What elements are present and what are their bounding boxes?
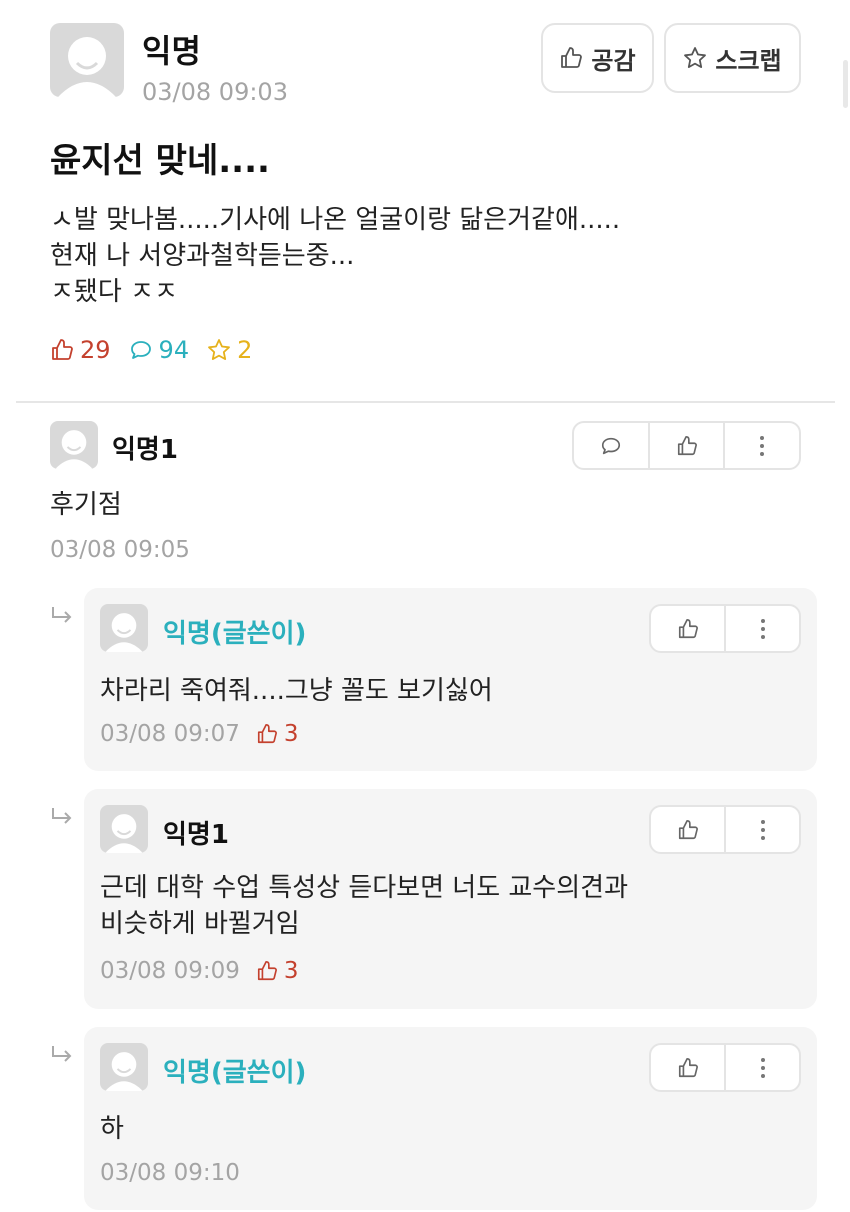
like-count: 29 [80,336,111,364]
reply-time: 03/08 09:10 [100,1160,240,1186]
more-button[interactable] [724,606,799,651]
avatar [50,421,98,469]
thumbs-up-icon [678,1057,698,1077]
post-body: ㅅ발 맞나봄.....기사에 나온 얼굴이랑 닮은거같애..... 현재 나 서… [50,202,620,310]
reply-actions [649,805,801,854]
reply-time: 03/08 09:09 [100,958,240,984]
reply-text: 차라리 죽여줘....그냥 꼴도 보기싫어 [100,676,493,706]
comment-author: 익명1 [112,435,178,465]
comment-actions [572,421,801,470]
comment-count: 94 [158,336,190,364]
reply-button[interactable] [574,423,648,468]
reply-author: 익명1 [163,820,229,850]
reply-like-count: 3 [283,721,299,747]
reply-author: 익명(글쓴이) [163,619,307,649]
comment-text: 후기점 [50,490,122,520]
reply-text-line: 비슷하게 바뀔거임 [100,909,300,939]
comment-icon [601,437,620,454]
reply-time: 03/08 09:07 [100,721,240,747]
post-stats: 29 94 2 [50,336,252,364]
reply-like-button[interactable] [651,606,724,651]
scrollbar[interactable] [843,60,848,108]
post-time: 03/08 09:03 [142,78,288,106]
reply-actions [649,604,801,653]
thumbs-up-icon [677,435,697,455]
avatar [50,23,124,97]
reply-author: 익명(글쓴이) [163,1058,307,1088]
more-vertical-icon [760,435,765,456]
reply-text-line: 근데 대학 수업 특성상 듣다보면 너도 교수의견과 [100,873,628,903]
reply-text: 하 [100,1114,124,1144]
comment-icon [130,341,151,359]
thumbs-up-icon [52,339,73,360]
reply-text: 근데 대학 수업 특성상 듣다보면 너도 교수의견과 비슷하게 바뀔거임 [100,870,628,942]
more-button[interactable] [724,807,799,852]
star-icon [208,339,230,360]
reply-actions [649,1043,801,1092]
more-vertical-icon [760,1057,765,1078]
reply-like-button[interactable] [651,1045,724,1090]
post-body-line: ㅅ발 맞나봄.....기사에 나온 얼굴이랑 닮은거같애..... [50,205,621,235]
reply-meta: 03/08 09:09 3 [100,958,299,984]
more-button[interactable] [724,1045,799,1090]
star-icon [684,47,707,68]
scrap-button-label: 스크랩 [715,46,782,75]
comment-like-button[interactable] [647,423,724,468]
thumbs-up-icon [257,724,277,744]
post-title: 윤지선 맞네.... [50,141,270,181]
thumbs-up-icon [561,47,583,68]
reply-arrow-icon [52,1046,72,1062]
reply-like-count: 3 [283,958,299,984]
post-body-line: 현재 나 서양과철학듣는중... [50,241,355,271]
avatar [100,805,148,853]
reply-arrow-icon [52,808,72,824]
like-button-label: 공감 [591,46,636,75]
avatar [100,604,148,652]
divider [16,401,835,403]
scrap-count: 2 [237,336,253,364]
post-author: 익명 [142,32,201,70]
more-button[interactable] [723,423,799,468]
more-vertical-icon [760,618,765,639]
post-body-line: ㅈ됐다 ㅈㅈ [50,277,178,307]
reply-like-button[interactable] [651,807,724,852]
thumbs-up-icon [678,618,698,638]
reply-meta: 03/08 09:07 3 [100,721,299,747]
scrap-button[interactable]: 스크랩 [664,23,801,93]
comment-time: 03/08 09:05 [50,537,190,563]
like-button[interactable]: 공감 [541,23,654,93]
reply-arrow-icon [52,607,72,623]
thumbs-up-icon [678,819,698,839]
thumbs-up-icon [257,961,277,981]
avatar [100,1043,148,1091]
more-vertical-icon [760,819,765,840]
